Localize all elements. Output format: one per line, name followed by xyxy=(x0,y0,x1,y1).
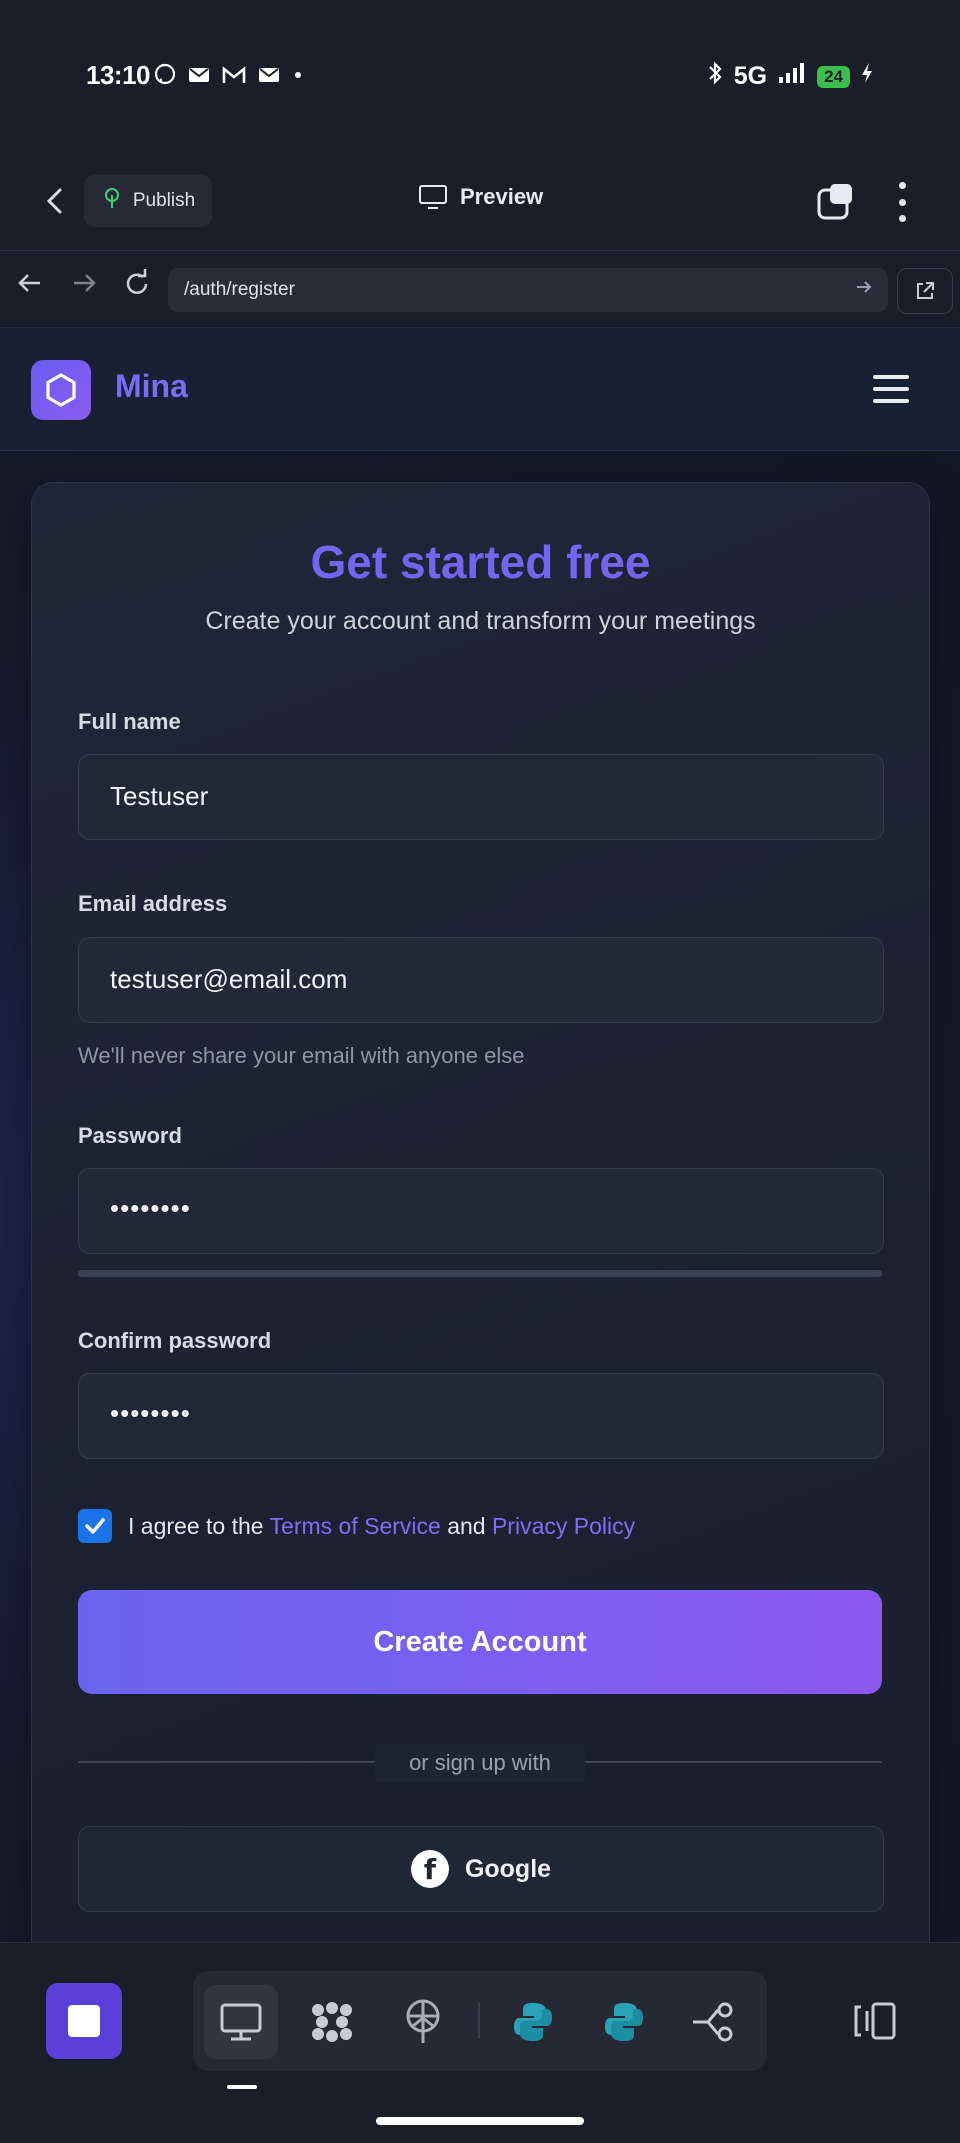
back-button[interactable] xyxy=(38,184,72,218)
web-preview: Mina Get started free Create your accoun… xyxy=(0,328,960,1942)
arrow-left-icon xyxy=(18,274,40,292)
whatsapp-icon xyxy=(153,62,177,93)
password-value: •••••••• xyxy=(110,1193,191,1223)
terms-link[interactable]: Terms of Service xyxy=(270,1513,441,1539)
email-value: testuser@email.com xyxy=(110,964,348,994)
monitor-icon xyxy=(419,185,447,209)
register-card: Get started free Create your account and… xyxy=(31,482,930,1942)
system-status: 5G 24 xyxy=(706,60,874,93)
preview-toggle[interactable]: Preview xyxy=(418,184,543,210)
google-signup-button[interactable]: f Google xyxy=(78,1826,884,1912)
app-toolbar: Publish Preview xyxy=(0,150,960,251)
workflow-icon xyxy=(693,2002,733,2042)
email-label: Email address xyxy=(78,891,228,916)
dock-tools xyxy=(193,1971,767,2071)
deploy-icon xyxy=(406,1999,440,2043)
status-bar: 13:10 5G 24 xyxy=(0,0,960,150)
desktop-view-button[interactable] xyxy=(204,1985,278,2059)
nav-back-button[interactable] xyxy=(16,269,44,304)
cluster-button[interactable] xyxy=(295,1985,369,2059)
cluster-icon xyxy=(312,2002,352,2042)
brand-name[interactable]: Mina xyxy=(115,368,188,405)
page-subtitle: Create your account and transform your m… xyxy=(205,607,756,635)
arrow-right-icon xyxy=(857,281,872,293)
signal-icon xyxy=(777,61,807,92)
panel-icon xyxy=(854,2002,896,2040)
url-field[interactable]: /auth/register xyxy=(168,268,888,312)
active-indicator xyxy=(227,2085,257,2089)
divider-text: or sign up with xyxy=(375,1744,585,1782)
site-header: Mina xyxy=(0,328,960,451)
nav-forward-button[interactable] xyxy=(70,269,98,304)
battery-level: 24 xyxy=(817,65,850,88)
workflow-button[interactable] xyxy=(677,1985,751,2059)
publish-button[interactable]: Publish xyxy=(84,175,212,227)
facebook-icon: f xyxy=(410,1850,449,1888)
status-time: 13:10 xyxy=(86,60,151,90)
full-name-label: Full name xyxy=(78,709,181,734)
bluetooth-icon xyxy=(706,60,724,93)
more-options-button[interactable] xyxy=(890,182,914,222)
network-type: 5G xyxy=(733,62,768,90)
tabs-icon xyxy=(817,184,852,220)
go-button[interactable] xyxy=(854,277,874,303)
home-indicator[interactable] xyxy=(376,2117,584,2125)
preview-label: Preview xyxy=(460,184,544,209)
terms-agreement: I agree to the Terms of Service and Priv… xyxy=(78,1509,635,1543)
tabs-button[interactable] xyxy=(816,182,856,222)
deploy-button[interactable] xyxy=(386,1985,460,2059)
python-icon xyxy=(514,2003,552,2041)
confirm-password-value: •••••••• xyxy=(110,1398,191,1428)
browser-bar: /auth/register xyxy=(0,251,960,328)
terms-checkbox[interactable] xyxy=(78,1509,112,1543)
mail-icon xyxy=(257,64,281,92)
password-label: Password xyxy=(78,1123,182,1148)
privacy-link[interactable]: Privacy Policy xyxy=(492,1513,635,1539)
email-field[interactable]: testuser@email.com xyxy=(78,937,884,1023)
create-account-button[interactable]: Create Account xyxy=(78,1590,882,1694)
python-button-2[interactable] xyxy=(587,1985,661,2059)
python-icon xyxy=(605,2003,643,2041)
mail-icon xyxy=(187,64,211,92)
menu-button[interactable] xyxy=(873,375,909,403)
notification-icons xyxy=(153,62,305,93)
publish-icon xyxy=(101,187,123,215)
password-strength-bar xyxy=(78,1270,882,1277)
password-field[interactable]: •••••••• xyxy=(78,1168,884,1254)
check-icon xyxy=(85,1518,105,1534)
desktop-icon xyxy=(220,2003,262,2041)
publish-label: Publish xyxy=(132,190,196,211)
terms-text: I agree to the Terms of Service and Priv… xyxy=(128,1513,635,1540)
arrow-right-icon xyxy=(74,274,96,292)
hexagon-icon xyxy=(46,373,76,407)
google-button-label: Google xyxy=(464,1854,552,1883)
agree-prefix: I agree to the xyxy=(128,1512,264,1539)
logo[interactable] xyxy=(31,360,91,420)
dot-icon xyxy=(291,64,305,92)
external-link-icon xyxy=(917,282,934,299)
confirm-password-label: Confirm password xyxy=(78,1328,272,1353)
dock-separator xyxy=(478,2003,480,2039)
full-name-value: Testuser xyxy=(110,781,209,811)
reload-icon xyxy=(126,269,148,294)
email-helper-text: We'll never share your email with anyone… xyxy=(78,1043,525,1068)
agree-and: and xyxy=(447,1512,486,1539)
gmail-icon xyxy=(221,64,247,92)
panel-toggle-button[interactable] xyxy=(853,2001,897,2041)
stop-icon xyxy=(68,2005,100,2037)
page-title: Get started free xyxy=(310,536,651,588)
chevron-left-icon xyxy=(46,188,62,214)
full-name-field[interactable]: Testuser xyxy=(78,754,884,840)
stop-button[interactable] xyxy=(46,1983,122,2059)
charging-icon xyxy=(860,61,874,92)
python-button-1[interactable] xyxy=(496,1985,570,2059)
bottom-dock xyxy=(0,1942,960,2143)
reload-button[interactable] xyxy=(122,269,152,306)
open-external-button[interactable] xyxy=(897,268,953,314)
url-text: /auth/register xyxy=(184,279,295,300)
confirm-password-field[interactable]: •••••••• xyxy=(78,1373,884,1459)
